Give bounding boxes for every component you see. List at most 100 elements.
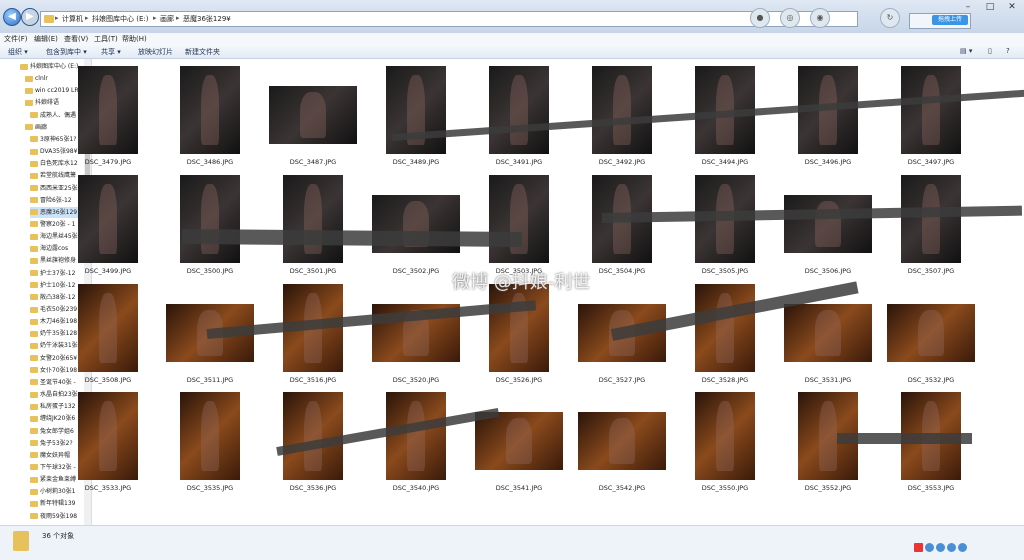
file-name[interactable]: DSC_3552.JPG <box>783 484 873 492</box>
image-thumbnail[interactable] <box>386 392 446 480</box>
image-thumbnail[interactable] <box>78 66 138 154</box>
help-icon[interactable]: ? <box>1006 47 1010 55</box>
folder-icon <box>30 391 38 398</box>
sidebar-item[interactable]: 夜雨59张198 <box>30 511 90 522</box>
app-icon-3[interactable]: ◉ <box>810 8 830 28</box>
file-name[interactable]: DSC_3553.JPG <box>886 484 976 492</box>
file-name[interactable]: DSC_3502.JPG <box>371 267 461 275</box>
sidebar-item-label: 画廊 <box>35 123 48 131</box>
file-name[interactable]: DSC_3533.JPG <box>63 484 153 492</box>
file-name[interactable]: DSC_3550.JPG <box>680 484 770 492</box>
maximize-button[interactable]: □ <box>979 0 1001 15</box>
menu-file[interactable]: 文件(F) <box>4 34 28 44</box>
folder-icon <box>30 270 38 277</box>
file-name[interactable]: DSC_3535.JPG <box>165 484 255 492</box>
file-name[interactable]: DSC_3540.JPG <box>371 484 461 492</box>
breadcrumb-gallery[interactable]: 画廊 <box>160 14 174 24</box>
address-bar[interactable]: ▸ 计算机 ▸ 抖娘图库中心 (E:) ▸ 画廊 ▸ 恶魔36张129¥ <box>40 11 858 27</box>
breadcrumb-drive[interactable]: 抖娘图库中心 (E:) <box>92 14 148 24</box>
organize-button[interactable]: 组织 ▾ <box>8 47 28 57</box>
image-thumbnail[interactable] <box>695 392 755 480</box>
sidebar-item[interactable]: 画廊 <box>25 122 85 133</box>
include-library-button[interactable]: 包含到库中 ▾ <box>46 47 87 57</box>
menu-help[interactable]: 帮助(H) <box>122 34 147 44</box>
image-thumbnail[interactable] <box>180 175 240 263</box>
file-name[interactable]: DSC_3511.JPG <box>165 376 255 384</box>
image-thumbnail[interactable] <box>887 304 975 362</box>
file-name[interactable]: DSC_3504.JPG <box>577 267 667 275</box>
file-name[interactable]: DSC_3526.JPG <box>474 376 564 384</box>
slideshow-button[interactable]: 放映幻灯片 <box>138 47 173 57</box>
file-name[interactable]: DSC_3528.JPG <box>680 376 770 384</box>
app-icon-2[interactable]: ◎ <box>780 8 800 28</box>
refresh-icon[interactable]: ↻ <box>880 8 900 28</box>
upload-button[interactable]: 拖拽上传 <box>932 15 968 25</box>
file-name[interactable]: DSC_3496.JPG <box>783 158 873 166</box>
new-folder-button[interactable]: 新建文件夹 <box>185 47 220 57</box>
file-name[interactable]: DSC_3541.JPG <box>474 484 564 492</box>
preview-pane-icon[interactable]: ▯ <box>988 47 992 55</box>
view-options-icon[interactable]: ▤ ▾ <box>960 47 972 55</box>
file-name[interactable]: DSC_3531.JPG <box>783 376 873 384</box>
file-name[interactable]: DSC_3499.JPG <box>63 267 153 275</box>
file-name[interactable]: DSC_3500.JPG <box>165 267 255 275</box>
file-name[interactable]: DSC_3487.JPG <box>268 158 358 166</box>
menu-edit[interactable]: 编辑(E) <box>34 34 58 44</box>
file-name[interactable]: DSC_3542.JPG <box>577 484 667 492</box>
file-name[interactable]: DSC_3516.JPG <box>268 376 358 384</box>
file-name[interactable]: DSC_3506.JPG <box>783 267 873 275</box>
forward-button[interactable]: ▶ <box>21 8 39 26</box>
image-thumbnail[interactable] <box>180 392 240 480</box>
sidebar-item[interactable]: 新年特辑139 <box>30 498 90 509</box>
file-name[interactable]: DSC_3497.JPG <box>886 158 976 166</box>
sidebar-item[interactable]: 抖娘绯语 <box>25 97 85 108</box>
image-thumbnail[interactable] <box>901 175 961 263</box>
file-name[interactable]: DSC_3492.JPG <box>577 158 667 166</box>
file-name[interactable]: DSC_3494.JPG <box>680 158 770 166</box>
menu-tools[interactable]: 工具(T) <box>94 34 118 44</box>
folder-icon <box>30 148 38 155</box>
image-thumbnail[interactable] <box>475 412 563 470</box>
image-thumbnail[interactable] <box>78 175 138 263</box>
file-name[interactable]: DSC_3527.JPG <box>577 376 667 384</box>
sidebar-item[interactable]: clnlr <box>25 73 85 84</box>
sidebar-item[interactable]: win cc2019 LR <box>25 85 85 96</box>
image-thumbnail[interactable] <box>78 392 138 480</box>
file-name[interactable]: DSC_3491.JPG <box>474 158 564 166</box>
file-name[interactable]: DSC_3508.JPG <box>63 376 153 384</box>
file-name[interactable]: DSC_3520.JPG <box>371 376 461 384</box>
menu-view[interactable]: 查看(V) <box>64 34 88 44</box>
minimize-button[interactable]: – <box>957 0 979 15</box>
image-thumbnail[interactable] <box>489 175 549 263</box>
file-name[interactable]: DSC_3501.JPG <box>268 267 358 275</box>
sidebar-item[interactable]: 抖娘图库中心 (E:) <box>20 61 80 72</box>
image-thumbnail[interactable] <box>784 304 872 362</box>
image-thumbnail[interactable] <box>283 175 343 263</box>
image-thumbnail[interactable] <box>489 66 549 154</box>
file-name[interactable]: DSC_3536.JPG <box>268 484 358 492</box>
file-name[interactable]: DSC_3489.JPG <box>371 158 461 166</box>
image-thumbnail[interactable] <box>269 86 357 144</box>
share-button[interactable]: 共享 ▾ <box>101 47 121 57</box>
image-thumbnail[interactable] <box>592 66 652 154</box>
sidebar-item-label: 奶牛泳装31张 <box>40 342 78 350</box>
image-thumbnail[interactable] <box>695 284 755 372</box>
image-thumbnail[interactable] <box>901 66 961 154</box>
close-button[interactable]: ✕ <box>1001 0 1023 15</box>
folder-icon <box>30 172 38 179</box>
image-thumbnail[interactable] <box>180 66 240 154</box>
back-button[interactable]: ◀ <box>3 8 21 26</box>
image-thumbnail[interactable] <box>578 412 666 470</box>
image-thumbnail[interactable] <box>784 195 872 253</box>
file-name[interactable]: DSC_3505.JPG <box>680 267 770 275</box>
breadcrumb-computer[interactable]: 计算机 <box>62 14 83 24</box>
image-thumbnail[interactable] <box>78 284 138 372</box>
app-icon-1[interactable]: ● <box>750 8 770 28</box>
file-name[interactable]: DSC_3532.JPG <box>886 376 976 384</box>
file-name[interactable]: DSC_3486.JPG <box>165 158 255 166</box>
file-name[interactable]: DSC_3479.JPG <box>63 158 153 166</box>
file-name[interactable]: DSC_3507.JPG <box>886 267 976 275</box>
breadcrumb-current[interactable]: 恶魔36张129¥ <box>183 14 231 24</box>
sidebar-item-label: 黑丝旗袍修身 <box>40 257 77 265</box>
image-thumbnail[interactable] <box>489 284 549 372</box>
